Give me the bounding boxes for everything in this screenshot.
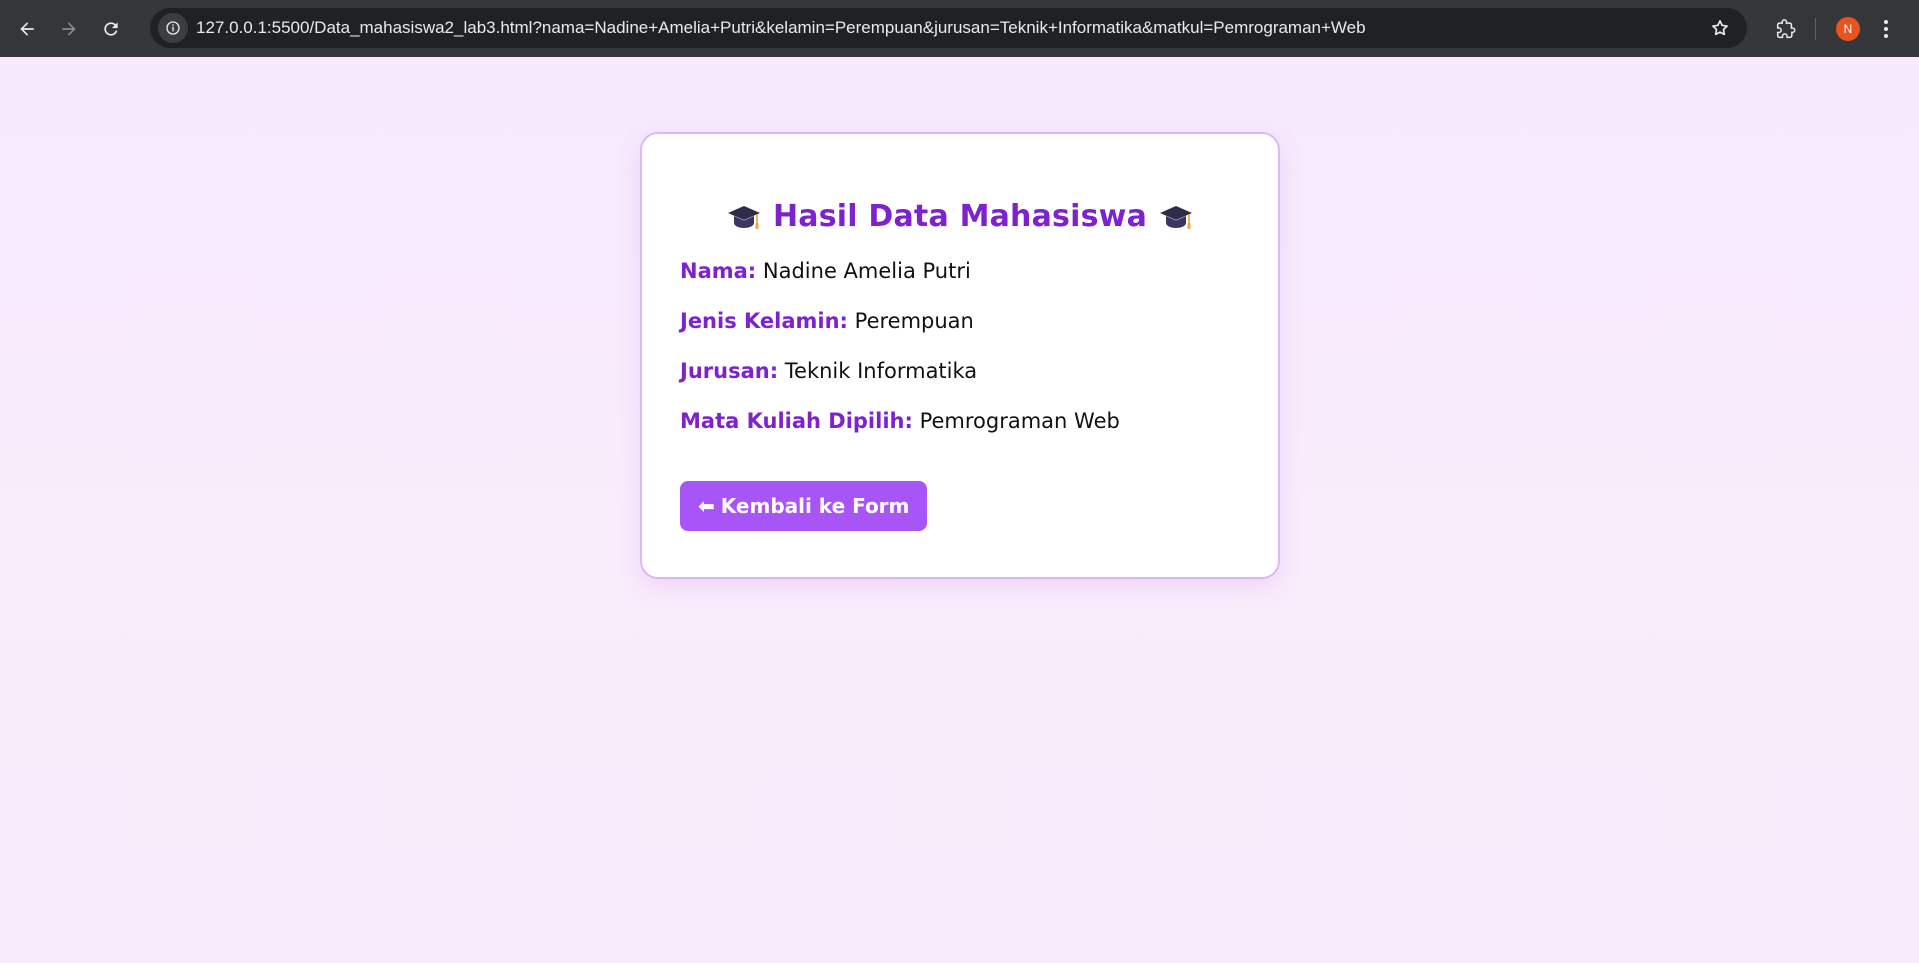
field-label: Jurusan: bbox=[680, 359, 779, 383]
graduation-cap-icon bbox=[1159, 202, 1193, 232]
field-jenis-kelamin: Jenis Kelamin: Perempuan bbox=[680, 306, 1240, 336]
back-to-form-button[interactable]: ⬅ Kembali ke Form bbox=[680, 481, 928, 531]
page-viewport: Hasil Data Mahasiswa Nama: Nadine Amelia… bbox=[0, 57, 1919, 963]
browser-toolbar: 127.0.0.1:5500/Data_mahasiswa2_lab3.html… bbox=[0, 0, 1919, 57]
field-mata-kuliah: Mata Kuliah Dipilih: Pemrograman Web bbox=[680, 406, 1240, 436]
field-value: Pemrograman Web bbox=[919, 409, 1120, 433]
forward-icon[interactable] bbox=[54, 14, 84, 44]
address-bar[interactable]: 127.0.0.1:5500/Data_mahasiswa2_lab3.html… bbox=[150, 8, 1747, 48]
back-icon[interactable] bbox=[12, 14, 42, 44]
field-value: Teknik Informatika bbox=[784, 359, 978, 383]
site-info-icon[interactable] bbox=[158, 13, 188, 43]
reload-icon[interactable] bbox=[96, 14, 126, 44]
result-card: Hasil Data Mahasiswa Nama: Nadine Amelia… bbox=[640, 132, 1280, 579]
graduation-cap-icon bbox=[727, 202, 761, 232]
field-label: Jenis Kelamin: bbox=[680, 309, 848, 333]
field-label: Mata Kuliah Dipilih: bbox=[680, 409, 913, 433]
browser-right-tools: N bbox=[1759, 0, 1919, 57]
back-arrow-icon: ⬅ bbox=[698, 494, 715, 518]
toolbar-divider bbox=[1815, 17, 1816, 40]
url-text[interactable]: 127.0.0.1:5500/Data_mahasiswa2_lab3.html… bbox=[196, 18, 1705, 38]
field-value: Perempuan bbox=[854, 309, 974, 333]
profile-avatar[interactable]: N bbox=[1836, 16, 1860, 41]
field-value: Nadine Amelia Putri bbox=[762, 259, 971, 283]
bookmark-star-icon[interactable] bbox=[1705, 13, 1735, 43]
more-menu-icon[interactable] bbox=[1876, 14, 1896, 44]
field-nama: Nama: Nadine Amelia Putri bbox=[680, 256, 1240, 286]
field-label: Nama: bbox=[680, 259, 757, 283]
back-button-label: Kembali ke Form bbox=[720, 494, 910, 518]
extensions-puzzle-icon[interactable] bbox=[1771, 14, 1801, 44]
page-title: Hasil Data Mahasiswa bbox=[680, 199, 1240, 234]
title-text: Hasil Data Mahasiswa bbox=[772, 199, 1148, 234]
field-jurusan: Jurusan: Teknik Informatika bbox=[680, 356, 1240, 386]
